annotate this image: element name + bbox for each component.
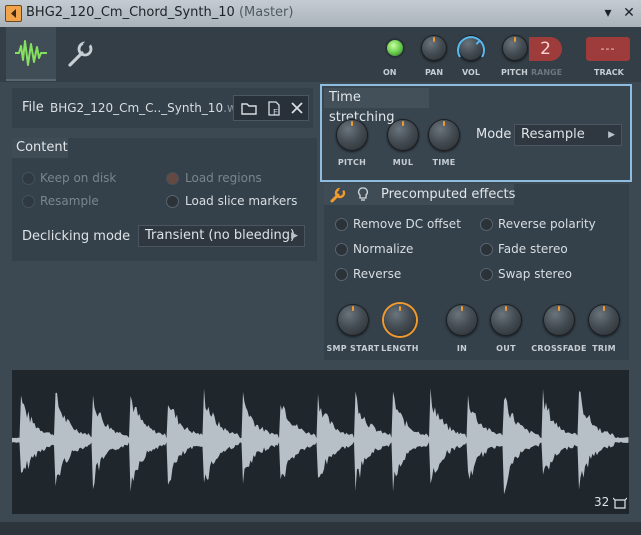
svg-text:E: E xyxy=(273,108,278,117)
declicking-mode-dropdown[interactable]: Transient (no bleeding) ▶ xyxy=(138,225,305,247)
reverse-polarity-label: Reverse polarity xyxy=(498,217,596,231)
load-slice-markers-radio[interactable] xyxy=(166,195,179,208)
time-stretch-time-knob[interactable] xyxy=(428,119,460,151)
in-knob[interactable] xyxy=(446,304,478,336)
chevron-right-icon: ▶ xyxy=(291,231,298,241)
chevron-right-icon: ▶ xyxy=(608,130,615,140)
on-led-button[interactable] xyxy=(387,40,403,56)
wrench-icon xyxy=(68,39,93,67)
open-file-icon[interactable] xyxy=(236,96,262,120)
resample-label: Resample xyxy=(40,194,99,208)
remove-dc-offset-label: Remove DC offset xyxy=(353,217,461,231)
trim-knob[interactable] xyxy=(588,304,620,336)
reverse-radio[interactable] xyxy=(335,268,348,281)
on-label: ON xyxy=(383,68,397,77)
waveform-tab-icon xyxy=(15,40,47,66)
load-regions-radio[interactable] xyxy=(166,172,179,185)
normalize-radio[interactable] xyxy=(335,243,348,256)
fade-stereo-label: Fade stereo xyxy=(498,242,568,256)
remove-file-icon[interactable] xyxy=(287,96,307,120)
pan-label: PAN xyxy=(425,68,444,77)
trim-label: TRIM xyxy=(592,344,616,353)
window-title-name: BHG2_120_Cm_Chord_Synth_10 xyxy=(26,5,235,20)
wrench-icon[interactable] xyxy=(329,186,347,204)
resample-radio[interactable] xyxy=(22,195,35,208)
fade-stereo-radio[interactable] xyxy=(480,243,493,256)
content-title: Content xyxy=(12,138,68,158)
tab-sample-settings[interactable] xyxy=(6,27,56,81)
keep-on-disk-label: Keep on disk xyxy=(40,171,117,185)
mode-dropdown[interactable]: Resample ▶ xyxy=(514,124,622,146)
time-stretch-mul-label: MUL xyxy=(392,158,414,167)
reverse-label: Reverse xyxy=(353,267,402,281)
window-title: BHG2_120_Cm_Chord_Synth_10 (Master) xyxy=(26,5,293,20)
time-stretch-time-label: TIME xyxy=(432,158,456,167)
bottom-strip xyxy=(0,522,641,535)
time-stretching-title: Time stretching xyxy=(324,88,429,125)
out-knob[interactable] xyxy=(490,304,522,336)
pitch-label: PITCH xyxy=(501,68,528,77)
close-icon[interactable]: ✕ xyxy=(620,3,638,23)
time-stretch-pitch-knob[interactable] xyxy=(336,119,368,151)
file-name: BHG2_120_Cm_C.._Synth_10.wav xyxy=(50,101,251,115)
waveform-view[interactable] xyxy=(12,370,629,514)
swap-stereo-label: Swap stereo xyxy=(498,267,572,281)
length-knob[interactable] xyxy=(384,304,416,336)
precomputed-effects-title: Precomputed effects xyxy=(381,187,516,202)
waveform-graphic xyxy=(12,388,629,495)
pitch-knob[interactable] xyxy=(502,35,528,61)
pan-knob[interactable] xyxy=(421,35,447,61)
file-name-text: BHG2_120_Cm_C.._Synth_10 xyxy=(50,101,224,115)
load-slice-markers-label: Load slice markers xyxy=(185,194,298,208)
mode-value: Resample xyxy=(521,127,585,142)
file-label: File xyxy=(22,100,44,115)
waveform-shape xyxy=(12,388,629,495)
time-stretch-mul-knob[interactable] xyxy=(387,119,419,151)
reverse-polarity-radio[interactable] xyxy=(480,218,493,231)
length-label: LENGTH xyxy=(381,344,419,353)
keep-on-disk-radio[interactable] xyxy=(22,172,35,185)
bulb-icon[interactable] xyxy=(356,186,370,204)
crossfade-knob[interactable] xyxy=(543,304,575,336)
declicking-mode-value: Transient (no bleeding) xyxy=(145,228,296,243)
tab-envelope[interactable] xyxy=(56,27,106,79)
pin-icon[interactable]: ▾ xyxy=(599,3,617,23)
declicking-mode-label: Declicking mode xyxy=(22,229,131,244)
range-label: RANGE xyxy=(531,68,563,77)
title-bar: BHG2_120_Cm_Chord_Synth_10 (Master) ▾ ✕ xyxy=(0,0,641,27)
out-label: OUT xyxy=(496,344,516,353)
mode-label: Mode xyxy=(476,127,512,142)
zoom-value: 32 xyxy=(594,495,610,509)
edit-file-icon[interactable]: E xyxy=(263,96,285,120)
time-stretch-pitch-label: PITCH xyxy=(337,158,367,167)
zoom-fit-icon[interactable] xyxy=(612,496,628,510)
volume-arc xyxy=(457,36,485,58)
load-regions-label: Load regions xyxy=(185,171,262,185)
remove-dc-offset-radio[interactable] xyxy=(335,218,348,231)
vol-label: VOL xyxy=(462,68,480,77)
normalize-label: Normalize xyxy=(353,242,414,256)
swap-stereo-radio[interactable] xyxy=(480,268,493,281)
plugin-menu-icon[interactable] xyxy=(5,5,22,22)
smp-start-knob[interactable] xyxy=(337,304,369,336)
track-selector[interactable]: --- xyxy=(586,37,630,61)
pitch-range-value[interactable]: 2 xyxy=(529,37,562,61)
track-label: TRACK xyxy=(594,68,624,77)
window-title-subtitle: (Master) xyxy=(238,5,294,20)
